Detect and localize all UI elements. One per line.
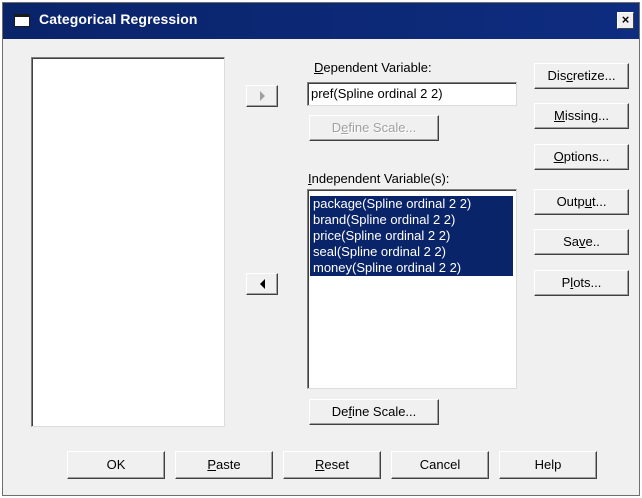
list-item[interactable]: seal(Spline ordinal 2 2) (310, 244, 513, 260)
arrow-left-icon (259, 279, 265, 289)
paste-button[interactable]: Paste (175, 451, 273, 479)
discretize-button[interactable]: Discretize... (534, 63, 629, 89)
ok-button[interactable]: OK (67, 451, 165, 479)
list-item[interactable]: money(Spline ordinal 2 2) (310, 260, 513, 276)
missing-button[interactable]: Missing... (534, 103, 629, 129)
cancel-button[interactable]: Cancel (391, 451, 489, 479)
window-icon (14, 14, 30, 27)
close-button[interactable]: × (617, 12, 634, 29)
list-item[interactable]: price(Spline ordinal 2 2) (310, 228, 513, 244)
categorical-regression-dialog: Categorical Regression × Dependent Varia… (2, 2, 640, 496)
options-button[interactable]: Options... (534, 144, 629, 170)
define-scale-dependent-button[interactable]: Define Scale... (309, 115, 439, 141)
window-title: Categorical Regression (39, 11, 198, 27)
help-button[interactable]: Help (499, 451, 597, 479)
reset-button[interactable]: Reset (283, 451, 381, 479)
list-item[interactable]: package(Spline ordinal 2 2) (310, 196, 513, 212)
independent-variables-list[interactable]: package(Spline ordinal 2 2) brand(Spline… (307, 189, 517, 389)
move-to-dependent-button[interactable] (246, 85, 278, 107)
list-item[interactable]: brand(Spline ordinal 2 2) (310, 212, 513, 228)
dependent-variable-label: Dependent Variable: (314, 60, 432, 75)
define-scale-independent-button[interactable]: Define Scale... (309, 399, 439, 425)
plots-button[interactable]: Plots... (534, 270, 629, 296)
dependent-variable-field[interactable]: pref(Spline ordinal 2 2) (307, 82, 517, 106)
output-button[interactable]: Output... (534, 189, 629, 215)
move-to-independent-button[interactable] (246, 273, 278, 295)
save-button[interactable]: Save.. (534, 229, 629, 255)
arrow-right-icon (259, 91, 265, 101)
title-bar[interactable]: Categorical Regression × (3, 3, 639, 39)
source-variable-list[interactable] (31, 57, 225, 427)
independent-variables-label: Independent Variable(s): (308, 171, 450, 186)
